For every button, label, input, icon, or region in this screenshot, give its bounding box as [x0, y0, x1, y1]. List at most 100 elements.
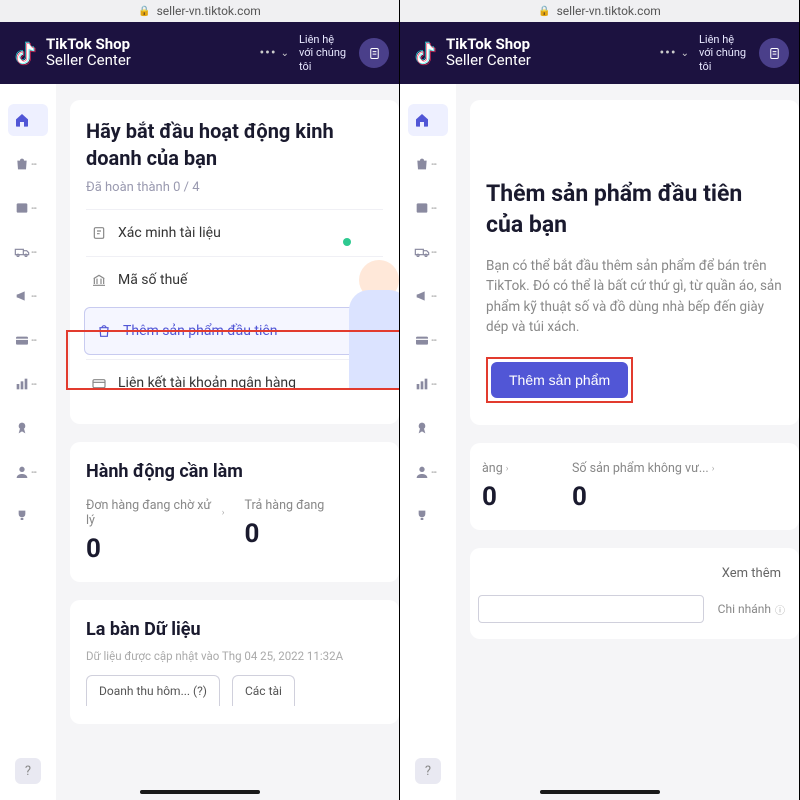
sidebar-item-finance[interactable]: ••• — [408, 324, 448, 356]
sidebar-item-data[interactable]: ••• — [8, 368, 48, 400]
help-icon: ? — [25, 764, 31, 779]
card-icon — [14, 332, 30, 348]
chevron-right-icon: › — [506, 464, 509, 474]
medal-icon — [14, 420, 30, 436]
url-text: seller-vn.tiktok.com — [557, 4, 661, 18]
header-more-icon[interactable]: ••• — [259, 45, 276, 61]
metric-returns[interactable]: Trả hàng đang 0 — [245, 498, 384, 564]
see-more-card: Xem thêm Chi nhánh ⓘ — [470, 548, 799, 639]
sidebar-item-orders[interactable]: ••• — [408, 192, 448, 224]
chevron-down-icon[interactable]: ⌄ — [281, 48, 289, 59]
list-icon — [414, 200, 430, 216]
chevron-right-icon: › — [712, 464, 715, 474]
truck-icon — [414, 244, 430, 260]
app-header: TikTok Shop Seller Center ••• ⌄ Liên hệ … — [400, 22, 799, 84]
todo-card: àng› 0 Số sản phẩm không vư...› 0 — [470, 443, 799, 530]
bag-icon — [14, 156, 30, 172]
tiktok-icon — [14, 40, 38, 66]
lock-icon: 🔒 — [538, 6, 550, 17]
add-product-button[interactable]: Thêm sản phẩm — [491, 362, 628, 398]
add-product-desc: Bạn có thể bắt đầu thêm sản phẩm để bán … — [486, 256, 783, 337]
bank-icon — [90, 271, 108, 289]
metric-partial[interactable]: àng› 0 — [482, 461, 542, 512]
see-more-link[interactable]: Xem thêm — [478, 560, 791, 595]
sidebar-item-promo[interactable]: ••• — [408, 280, 448, 312]
contact-link[interactable]: Liên hệ với chúng tôi — [699, 33, 751, 73]
compass-title: La bàn Dữ liệu — [86, 618, 383, 642]
document-icon — [767, 46, 782, 61]
megaphone-icon — [414, 288, 430, 304]
metric-pending-orders[interactable]: Đơn hàng đang chờ xử lý› 0 — [86, 498, 225, 564]
sidebar-item-products[interactable]: ••• — [8, 148, 48, 180]
header-doc-button[interactable] — [359, 38, 389, 68]
tiktok-icon — [414, 40, 438, 66]
sidebar-item-products[interactable]: ••• — [408, 148, 448, 180]
contact-link[interactable]: Liên hệ với chúng tôi — [299, 33, 351, 73]
sidebar-item-home[interactable] — [408, 104, 448, 136]
document-check-icon — [90, 224, 108, 242]
todo-title: Hành động cần làm — [86, 460, 383, 484]
highlight-annotation: Thêm sản phẩm — [486, 357, 633, 403]
metric-value: 0 — [572, 482, 789, 512]
logo-text: TikTok Shop Seller Center — [46, 37, 131, 69]
task-verify-label: Xác minh tài liệu — [118, 225, 221, 241]
truck-icon — [14, 244, 30, 260]
credit-card-icon — [90, 374, 108, 392]
sidebar-item-home[interactable] — [8, 104, 48, 136]
sidebar-item-finance[interactable]: ••• — [8, 324, 48, 356]
sidebar-item-trophy[interactable] — [8, 500, 48, 532]
logo[interactable]: TikTok Shop Seller Center — [14, 37, 131, 69]
url-bar: 🔒 seller-vn.tiktok.com — [0, 0, 399, 22]
sidebar-help-button[interactable]: ? — [415, 758, 441, 784]
sidebar-item-shipping[interactable]: ••• — [8, 236, 48, 268]
home-indicator — [140, 790, 260, 794]
right-screenshot: 🔒 seller-vn.tiktok.com TikTok Shop Selle… — [400, 0, 800, 800]
app-header: TikTok Shop Seller Center ••• ⌄ Liên hệ … — [0, 22, 399, 84]
main-content: Hãy bắt đầu hoạt động kinh doanh của bạn… — [56, 84, 399, 800]
trophy-icon — [14, 508, 30, 524]
metric-value: 0 — [482, 482, 542, 512]
sidebar-help-button[interactable]: ? — [15, 758, 41, 784]
header-doc-button[interactable] — [759, 38, 789, 68]
header-more-icon[interactable]: ••• — [659, 45, 676, 61]
info-icon: ⓘ — [775, 602, 785, 617]
chevron-down-icon[interactable]: ⌄ — [681, 48, 689, 59]
sidebar-item-shipping[interactable]: ••• — [408, 236, 448, 268]
bag-icon — [414, 156, 430, 172]
sidebar: ••• ••• ••• ••• ••• ••• ••• — [0, 84, 56, 800]
metric-value: 0 — [245, 519, 384, 549]
add-product-card: Thêm sản phẩm đầu tiên của bạn Bạn có th… — [470, 100, 799, 425]
task-add-product-label: Thêm sản phẩm đầu tiên — [123, 323, 278, 339]
logo-text: TikTok Shop Seller Center — [446, 37, 531, 69]
sidebar-item-trophy[interactable] — [408, 500, 448, 532]
onboarding-title: Hãy bắt đầu hoạt động kinh doanh của bạn — [86, 118, 383, 172]
trophy-icon — [414, 508, 430, 524]
sidebar-item-account[interactable]: ••• — [8, 456, 48, 488]
main-content: Thêm sản phẩm đầu tiên của bạn Bạn có th… — [456, 84, 799, 800]
onboarding-progress: Đã hoàn thành 0 / 4 — [86, 180, 383, 195]
compass-updated: Dữ liệu được cập nhật vào Thg 04 25, 202… — [86, 649, 383, 663]
onboarding-illustration — [339, 220, 399, 400]
medal-icon — [414, 420, 430, 436]
sidebar-item-orders[interactable]: ••• — [8, 192, 48, 224]
compass-tab-revenue[interactable]: Doanh thu hôm... (?) — [86, 675, 220, 706]
metric-invalid-products[interactable]: Số sản phẩm không vư...› 0 — [572, 461, 789, 512]
left-screenshot: 🔒 seller-vn.tiktok.com TikTok Shop Selle… — [0, 0, 400, 800]
branch-select-box[interactable] — [478, 595, 704, 623]
lock-icon: 🔒 — [138, 6, 150, 17]
sidebar: ••• ••• ••• ••• ••• ••• ••• — [400, 84, 456, 800]
sidebar-item-award[interactable] — [8, 412, 48, 444]
compass-tab-other[interactable]: Các tài — [232, 675, 295, 706]
sidebar-item-promo[interactable]: ••• — [8, 280, 48, 312]
onboarding-card: Hãy bắt đầu hoạt động kinh doanh của bạn… — [70, 100, 399, 424]
sidebar-item-data[interactable]: ••• — [408, 368, 448, 400]
chevron-right-icon: › — [222, 508, 225, 518]
sidebar-item-award[interactable] — [408, 412, 448, 444]
add-product-title: Thêm sản phẩm đầu tiên của bạn — [486, 178, 783, 240]
home-icon — [14, 112, 30, 128]
chart-icon — [414, 376, 430, 392]
logo[interactable]: TikTok Shop Seller Center — [414, 37, 531, 69]
sidebar-item-account[interactable]: ••• — [408, 456, 448, 488]
branch-label: Chi nhánh — [718, 602, 771, 616]
home-indicator — [540, 790, 660, 794]
